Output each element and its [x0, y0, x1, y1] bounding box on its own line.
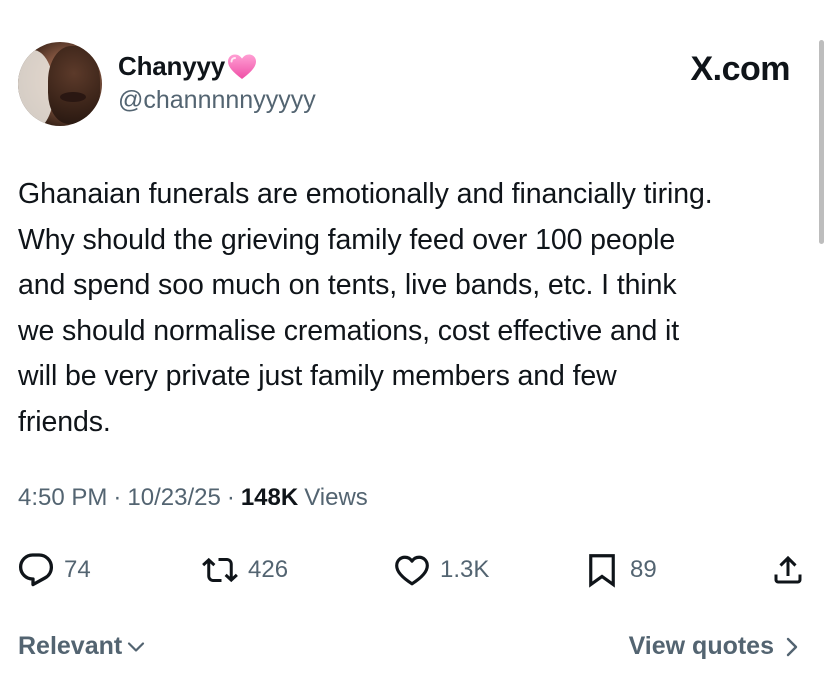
author-name-row[interactable]: Chanyyy: [118, 51, 257, 82]
reply-icon: [18, 553, 54, 587]
tweet-time[interactable]: 4:50 PM: [18, 484, 107, 512]
bookmark-count: 89: [630, 556, 657, 583]
view-quotes-link[interactable]: View quotes: [629, 632, 802, 661]
tweet-text: Ghanaian funerals are emotionally and fi…: [18, 172, 818, 445]
like-button[interactable]: 1.3K: [394, 548, 489, 592]
sort-dropdown[interactable]: Relevant: [18, 632, 146, 661]
tweet-line: we should normalise cremations, cost eff…: [18, 314, 680, 347]
share-icon: [774, 555, 802, 584]
repost-button[interactable]: 426: [202, 548, 288, 592]
action-bar: 74 426 1.3K 89: [18, 548, 810, 592]
avatar-face: [48, 46, 100, 124]
chevron-right-icon: [786, 637, 798, 656]
bookmark-button[interactable]: 89: [584, 548, 657, 592]
repost-icon: [202, 557, 238, 583]
tweet-date[interactable]: 10/23/25: [127, 484, 220, 512]
meta-separator: ·: [113, 484, 122, 511]
view-quotes-label: View quotes: [628, 632, 774, 660]
author-display-name[interactable]: Chanyyy: [118, 51, 225, 82]
reply-count: 74: [64, 556, 91, 583]
tweet-card: Chanyyy @channnnnyyyyy X.com Ghanaian fu…: [0, 0, 828, 684]
tweet-line: and spend soo much on tents, live bands,…: [18, 269, 677, 301]
avatar[interactable]: [18, 42, 102, 126]
tweet-line: will be very private just family members…: [18, 360, 617, 392]
pink-heart-icon: [227, 53, 257, 81]
repost-count: 426: [248, 556, 289, 583]
avatar-lips: [60, 92, 86, 102]
tweet-line: Why should the grieving family feed over…: [18, 223, 676, 256]
heart-icon: [395, 555, 429, 586]
scrollbar[interactable]: [819, 40, 824, 244]
tweet-meta: 4:50 PM · 10/23/25 · 148K Views: [18, 484, 368, 512]
like-count: 1.3K: [440, 556, 490, 583]
reply-button[interactable]: 74: [18, 548, 91, 592]
tweet-line: friends.: [18, 405, 111, 438]
brand-logo: X.com: [690, 50, 790, 88]
share-button[interactable]: [770, 548, 806, 592]
author-handle[interactable]: @channnnnyyyyy: [118, 86, 316, 115]
views-label[interactable]: Views: [304, 484, 368, 512]
bookmark-icon: [589, 554, 615, 588]
views-count[interactable]: 148K: [241, 484, 298, 512]
chevron-down-icon: [128, 641, 145, 652]
meta-separator: ·: [226, 484, 235, 511]
tweet-line: Ghanaian funerals are emotionally and fi…: [18, 178, 713, 210]
sort-label: Relevant: [18, 632, 123, 660]
